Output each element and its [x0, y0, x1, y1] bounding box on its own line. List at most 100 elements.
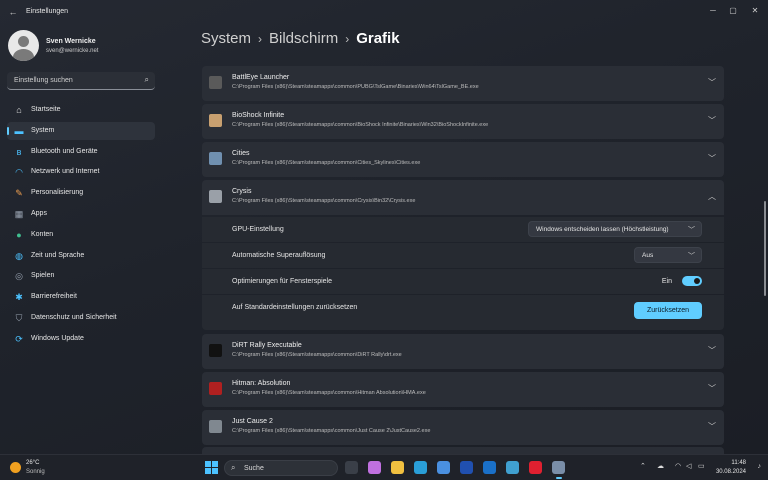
clock-time[interactable]: 11:48	[731, 460, 746, 466]
gpu-preference-dropdown[interactable]: Windows entscheiden lassen (Höchstleistu…	[528, 221, 702, 237]
search-placeholder: Einstellung suchen	[14, 77, 73, 84]
sidebar-item-label: Spielen	[31, 272, 55, 280]
weather-temperature[interactable]: 26°C	[26, 460, 39, 466]
chevron-down-icon[interactable]: ﹀	[708, 421, 716, 432]
app-name: BioShock Infinite	[232, 112, 285, 119]
close-button[interactable]: ✕	[744, 3, 766, 19]
edge-icon[interactable]	[414, 461, 427, 474]
setting-label: GPU-Einstellung	[232, 226, 284, 233]
sidebar-item-gamepad[interactable]: ◎ Spielen	[7, 267, 155, 285]
volume-icon[interactable]: ◁	[686, 462, 691, 470]
avatar[interactable]	[8, 30, 39, 61]
app-row[interactable]: Kamera﹀	[202, 447, 724, 454]
gamepad-icon: ◎	[15, 271, 23, 282]
breadcrumb-separator: ›	[258, 32, 263, 46]
sidebar-item-shield[interactable]: ⛉ Datenschutz und Sicherheit	[7, 309, 155, 327]
onenote-icon[interactable]	[506, 461, 519, 474]
app-path: C:\Program Files (x86)\Steam\steamapps\c…	[232, 198, 416, 204]
outlook-icon[interactable]	[483, 461, 496, 474]
reset-button[interactable]: Zurücksetzen	[634, 302, 702, 319]
app-row[interactable]: Hitman: Absolution C:\Program Files (x86)…	[202, 372, 724, 407]
app-row[interactable]: BattlEye Launcher C:\Program Files (x86)\…	[202, 66, 724, 101]
windowed-optimizations-toggle[interactable]	[682, 276, 702, 286]
app-row[interactable]: DiRT Rally Executable C:\Program Files (x…	[202, 334, 724, 369]
maximize-button[interactable]: ▢	[722, 3, 744, 19]
breadcrumb-bildschirm[interactable]: Bildschirm	[269, 30, 338, 47]
sidebar-item-label: Barrierefreiheit	[31, 293, 77, 301]
sidebar-item-label: Zeit und Sprache	[31, 251, 85, 259]
setting-label: Auf Standardeinstellungen zurücksetzen	[232, 304, 358, 311]
sidebar-item-home[interactable]: ⌂ Startseite	[7, 101, 155, 119]
wifi-icon[interactable]: ◠	[675, 462, 681, 470]
gpu-setting-row: GPU-Einstellung Windows entscheiden lasse…	[202, 217, 724, 242]
chevron-up-icon[interactable]: ︿	[708, 191, 716, 202]
active-app-indicator	[556, 477, 562, 479]
app-name: Hitman: Absolution	[232, 380, 291, 387]
store-icon[interactable]	[437, 461, 450, 474]
breadcrumb-separator: ›	[345, 32, 350, 46]
sidebar-item-globe-clock[interactable]: ◍ Zeit und Sprache	[7, 247, 155, 265]
chevron-down-icon[interactable]: ﹀	[708, 345, 716, 356]
battery-icon[interactable]: ▭	[698, 462, 705, 470]
shield-icon: ⛉	[15, 313, 23, 323]
sidebar-item-bluetooth[interactable]: ʙ Bluetooth und Geräte	[7, 143, 155, 161]
sun-icon[interactable]	[10, 462, 21, 473]
search-icon: ⌕	[231, 463, 236, 472]
app-path: C:\Program Files (x86)\Steam\steamapps\c…	[232, 84, 479, 90]
sidebar-item-label: System	[31, 126, 55, 134]
scrollbar[interactable]	[764, 201, 766, 296]
app-path: C:\Program Files (x86)\Steam\steamapps\c…	[232, 390, 426, 396]
chevron-down-icon[interactable]: ﹀	[708, 77, 716, 88]
lexware-icon[interactable]	[460, 461, 473, 474]
clock-date[interactable]: 30.08.2024	[716, 469, 746, 475]
sidebar-item-monitor[interactable]: ▬ System	[7, 121, 155, 140]
chevron-down-icon[interactable]: ﹀	[708, 383, 716, 394]
chevron-up-icon[interactable]: ⌃	[640, 462, 646, 470]
wifi-icon: ◠	[15, 167, 23, 178]
app-row[interactable]: Cities C:\Program Files (x86)\Steam\steam…	[202, 142, 724, 177]
copilot-icon[interactable]	[368, 461, 381, 474]
search-input[interactable]: Einstellung suchen ⌕	[7, 72, 155, 90]
sidebar-item-update[interactable]: ⟳ Windows Update	[7, 330, 155, 348]
minimize-button[interactable]: ─	[702, 3, 724, 19]
brush-icon: ✎	[15, 188, 23, 199]
settings-app-icon[interactable]	[552, 461, 565, 474]
terminal-icon[interactable]	[345, 461, 358, 474]
hitman-icon	[209, 382, 222, 395]
sidebar-item-accessibility[interactable]: ✱ Barrierefreiheit	[7, 288, 155, 306]
sidebar-item-apps[interactable]: ▦ Apps	[7, 205, 155, 223]
app-row[interactable]: Crysis C:\Program Files (x86)\Steam\steam…	[202, 180, 724, 215]
app-row[interactable]: Just Cause 2 C:\Program Files (x86)\Steam…	[202, 410, 724, 445]
breadcrumb-system[interactable]: System	[201, 30, 251, 47]
taskbar-search[interactable]: ⌕ Suche	[224, 460, 338, 476]
sidebar-item-person[interactable]: ● Konten	[7, 226, 155, 244]
chevron-down-icon[interactable]: ﹀	[708, 115, 716, 126]
sidebar-item-label: Personalisierung	[31, 189, 84, 197]
chevron-down-icon[interactable]: ﹀	[708, 153, 716, 164]
toggle-state-label: Ein	[661, 278, 672, 285]
sidebar-item-label: Windows Update	[31, 334, 84, 342]
windowed-optimizations-row: Optimierungen für Fensterspiele Ein	[202, 269, 724, 294]
weather-description[interactable]: Sonnig	[26, 469, 45, 475]
opera-icon[interactable]	[529, 461, 542, 474]
settings-window: ← Einstellungen ─ ▢ ✕ Sven Wernicke sven…	[0, 0, 768, 454]
update-icon: ⟳	[15, 333, 23, 344]
user-email: sven@wernicke.net	[46, 48, 99, 54]
sidebar-item-wifi[interactable]: ◠ Netzwerk und Internet	[7, 163, 155, 181]
setting-label: Automatische Superauflösung	[232, 252, 326, 259]
person-icon: ●	[16, 229, 22, 240]
back-arrow-icon[interactable]: ←	[6, 5, 20, 19]
dirt-icon	[209, 344, 222, 357]
app-name: DiRT Rally Executable	[232, 342, 302, 349]
sidebar-item-brush[interactable]: ✎ Personalisierung	[7, 184, 155, 202]
justcause-icon	[209, 420, 222, 433]
super-resolution-dropdown[interactable]: Aus ﹀	[634, 247, 702, 263]
cloud-icon[interactable]: ☁	[657, 462, 664, 470]
breadcrumb: System › Bildschirm › Grafik	[201, 30, 400, 47]
notification-bell-icon[interactable]: ♪	[758, 463, 762, 470]
taskbar: 26°C Sonnig ⌕ Suche ⌃ ☁ ◠ ◁ ▭ 11:48 30.0…	[0, 454, 768, 480]
windows-start-icon[interactable]	[205, 461, 218, 474]
app-row[interactable]: BioShock Infinite C:\Program Files (x86)\…	[202, 104, 724, 139]
sidebar-item-label: Datenschutz und Sicherheit	[31, 314, 117, 321]
explorer-icon[interactable]	[391, 461, 404, 474]
